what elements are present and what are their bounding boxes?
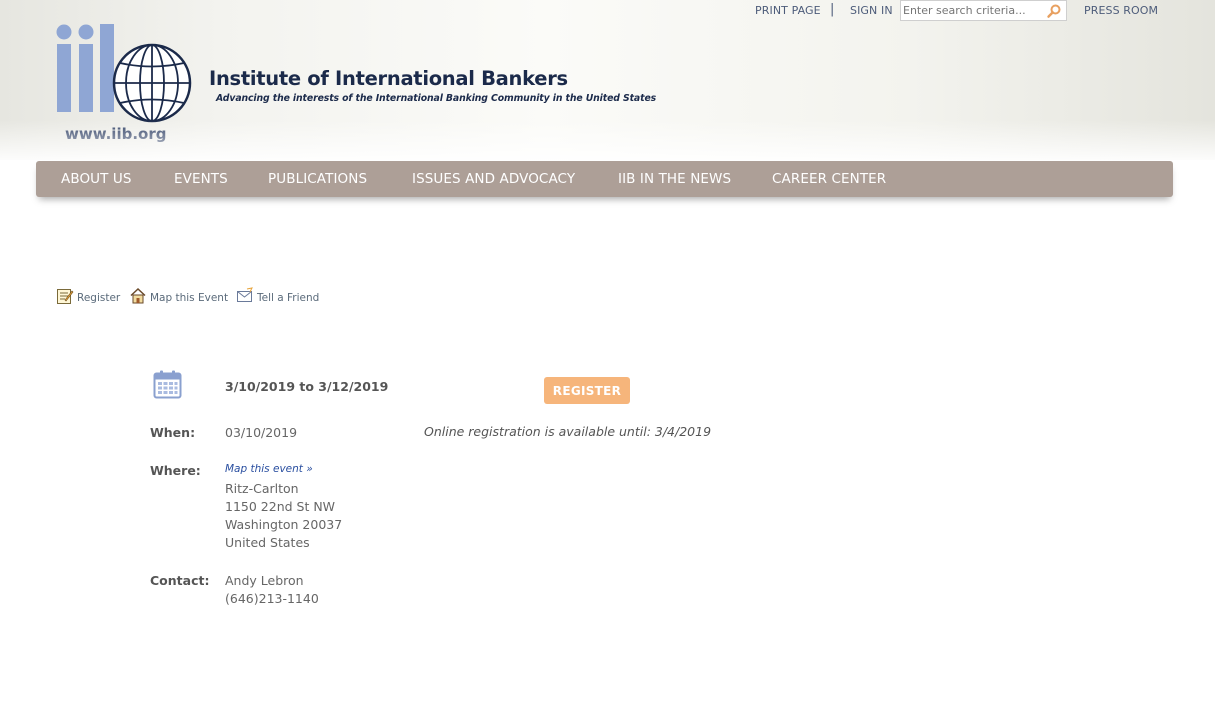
brand-tagline: Advancing the interests of the Internati… [216, 93, 657, 104]
press-room-link[interactable]: PRESS ROOM [1084, 4, 1158, 17]
sign-in-link[interactable]: SIGN IN [850, 4, 893, 17]
tell-friend-action-label: Tell a Friend [257, 292, 320, 304]
envelope-icon [237, 287, 253, 302]
map-event-action-label: Map this Event [150, 292, 229, 304]
globe-logo-icon [56, 24, 192, 123]
site-header: PRINT PAGE | SIGN IN PRESS ROOM Ins [0, 0, 1215, 160]
search-input[interactable] [903, 3, 1041, 18]
register-action-label: Register [77, 292, 121, 304]
register-action[interactable]: Register [56, 287, 122, 307]
nav-issues-advocacy[interactable]: ISSUES AND ADVOCACY [412, 171, 575, 187]
map-event-link[interactable]: Map this event » [225, 463, 313, 475]
when-value: 03/10/2019 [225, 425, 298, 440]
search-icon [1047, 4, 1061, 18]
register-icon [57, 289, 74, 304]
brand-name: Institute of International Bankers [209, 67, 568, 90]
contact-name: Andy Lebron [225, 573, 304, 588]
venue-address: 1150 22nd St NW [225, 499, 336, 514]
map-event-action[interactable]: Map this Event [129, 287, 229, 307]
venue-name: Ritz-Carlton [225, 481, 299, 496]
nav-iib-in-the-news[interactable]: IIB IN THE NEWS [618, 171, 731, 187]
registration-deadline-note: Online registration is available until: … [424, 424, 712, 439]
contact-label: Contact: [150, 573, 210, 588]
tell-friend-action[interactable]: Tell a Friend [236, 287, 326, 307]
event-date-range: 3/10/2019 to 3/12/2019 [225, 379, 389, 394]
calendar-icon [153, 370, 182, 399]
when-label: When: [150, 425, 196, 440]
venue-country: United States [225, 535, 310, 550]
main-nav: ABOUT US EVENTS PUBLICATIONS ISSUES AND … [36, 161, 1173, 197]
site-url: www.iib.org [65, 125, 167, 143]
topbar-separator: | [830, 2, 835, 17]
where-label: Where: [150, 463, 201, 478]
nav-career-center[interactable]: CAREER CENTER [772, 171, 886, 187]
register-button[interactable]: REGISTER [544, 377, 630, 404]
contact-phone: (646)213-1140 [225, 591, 319, 606]
search-box [900, 0, 1067, 21]
iib-logo[interactable] [52, 20, 202, 148]
house-icon [130, 287, 146, 304]
nav-about-us[interactable]: ABOUT US [61, 171, 132, 187]
venue-city: Washington 20037 [225, 517, 343, 532]
search-button[interactable] [1046, 3, 1062, 19]
print-page-link[interactable]: PRINT PAGE [755, 4, 821, 17]
nav-publications[interactable]: PUBLICATIONS [268, 171, 367, 187]
nav-events[interactable]: EVENTS [174, 171, 228, 187]
